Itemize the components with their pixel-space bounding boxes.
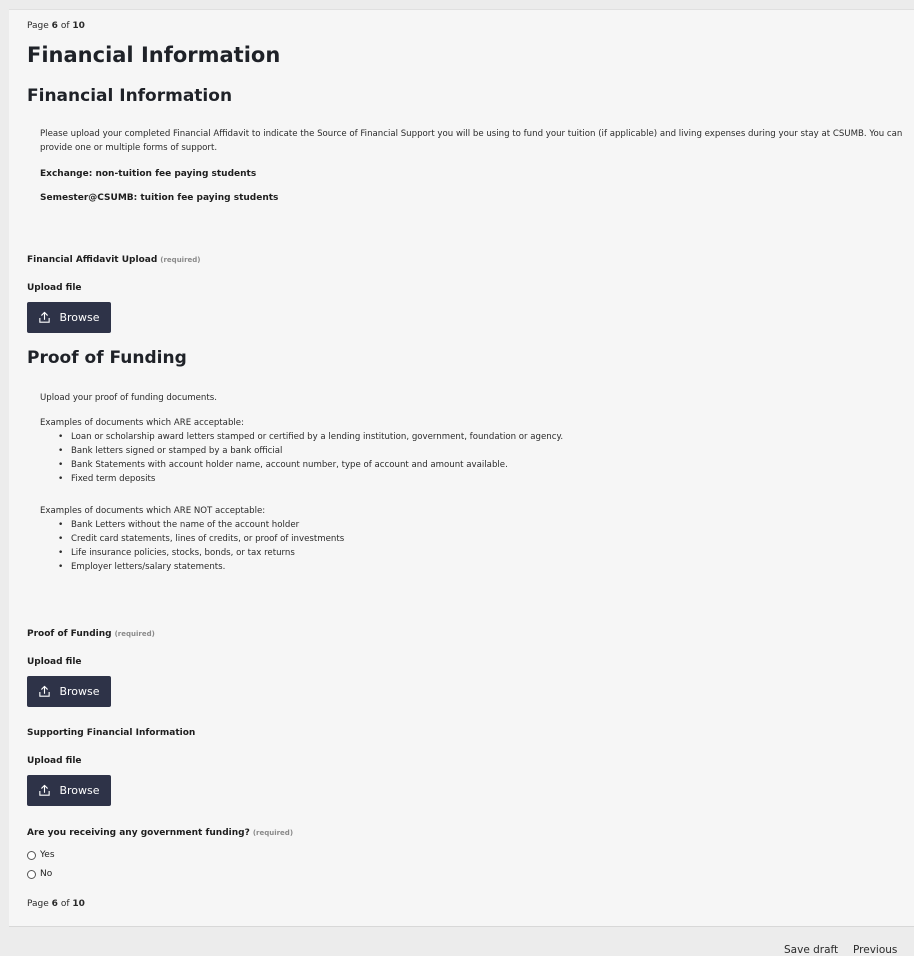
proof-upload-label-text: Proof of Funding [27, 629, 112, 639]
list-item: Employer letters/salary statements. [58, 560, 907, 574]
radio-option-yes[interactable]: Yes [27, 850, 55, 860]
semester-note: Semester@CSUMB: tuition fee paying stude… [40, 193, 279, 203]
list-item: Loan or scholarship award letters stampe… [58, 430, 907, 444]
list-item: Bank letters signed or stamped by a bank… [58, 444, 907, 458]
page-title: Financial Information [27, 43, 281, 67]
list-item: Bank Letters without the name of the acc… [58, 518, 907, 532]
upload-icon [39, 311, 51, 323]
government-question-text: Are you receiving any government funding… [27, 828, 250, 838]
footer-divider [9, 926, 914, 927]
proof-upload-label: Proof of Funding (required) [27, 629, 155, 639]
government-question-label: Are you receiving any government funding… [27, 828, 293, 838]
radio-label-no: No [40, 869, 53, 879]
upload-icon [39, 784, 51, 796]
radio-label-yes: Yes [40, 850, 55, 860]
upload-file-label: Upload file [27, 657, 82, 667]
radio-button-yes[interactable] [27, 850, 36, 860]
section-heading-financial: Financial Information [27, 86, 233, 106]
list-item: Life insurance policies, stocks, bonds, … [58, 546, 907, 560]
page-indicator-current: 6 [51, 899, 58, 909]
supporting-browse-button[interactable]: Browse [27, 775, 111, 806]
required-marker: (required) [252, 829, 294, 837]
radio-option-no[interactable]: No [27, 869, 52, 879]
affidavit-browse-button[interactable]: Browse [27, 302, 111, 333]
radio-button-no[interactable] [27, 869, 36, 879]
exchange-note: Exchange: non-tuition fee paying student… [40, 169, 257, 179]
save-draft-button[interactable]: Save draft [784, 944, 838, 956]
upload-file-label: Upload file [27, 283, 82, 293]
acceptable-list-wrap: Loan or scholarship award letters stampe… [27, 430, 907, 486]
list-item: Bank Statements with account holder name… [58, 458, 907, 472]
list-item: Fixed term deposits [58, 472, 907, 486]
acceptable-heading: Examples of documents which ARE acceptab… [40, 418, 244, 428]
upload-icon [39, 685, 51, 697]
supporting-upload-label: Supporting Financial Information [27, 728, 196, 738]
browse-button-label: Browse [59, 685, 100, 698]
page-indicator-bottom: Page 6 of 10 [27, 899, 85, 909]
section-heading-proof: Proof of Funding [27, 348, 187, 368]
upload-file-label: Upload file [27, 756, 82, 766]
not-acceptable-list-wrap: Bank Letters without the name of the acc… [27, 518, 907, 574]
page-indicator-of: of [60, 21, 70, 31]
list-item: Credit card statements, lines of credits… [58, 532, 907, 546]
proof-intro: Upload your proof of funding documents. [40, 393, 217, 403]
affidavit-upload-label-text: Financial Affidavit Upload [27, 255, 158, 265]
acceptable-list: Loan or scholarship award letters stampe… [27, 430, 907, 486]
browse-button-label: Browse [59, 784, 100, 797]
required-marker: (required) [114, 630, 155, 638]
page-indicator-prefix: Page [27, 899, 49, 909]
previous-button[interactable]: Previous [853, 944, 897, 956]
required-marker: (required) [160, 256, 201, 264]
browse-button-label: Browse [59, 311, 100, 324]
proof-browse-button[interactable]: Browse [27, 676, 111, 707]
page-indicator-current: 6 [51, 21, 58, 31]
page-indicator-total: 10 [72, 899, 85, 909]
page-indicator-of: of [60, 899, 70, 909]
page-indicator-prefix: Page [27, 21, 49, 31]
page-indicator-top: Page 6 of 10 [27, 21, 85, 31]
affidavit-upload-label: Financial Affidavit Upload (required) [27, 255, 200, 265]
financial-intro: Please upload your completed Financial A… [40, 129, 903, 153]
not-acceptable-heading: Examples of documents which ARE NOT acce… [40, 506, 266, 516]
page-indicator-total: 10 [72, 21, 85, 31]
not-acceptable-list: Bank Letters without the name of the acc… [27, 518, 907, 574]
